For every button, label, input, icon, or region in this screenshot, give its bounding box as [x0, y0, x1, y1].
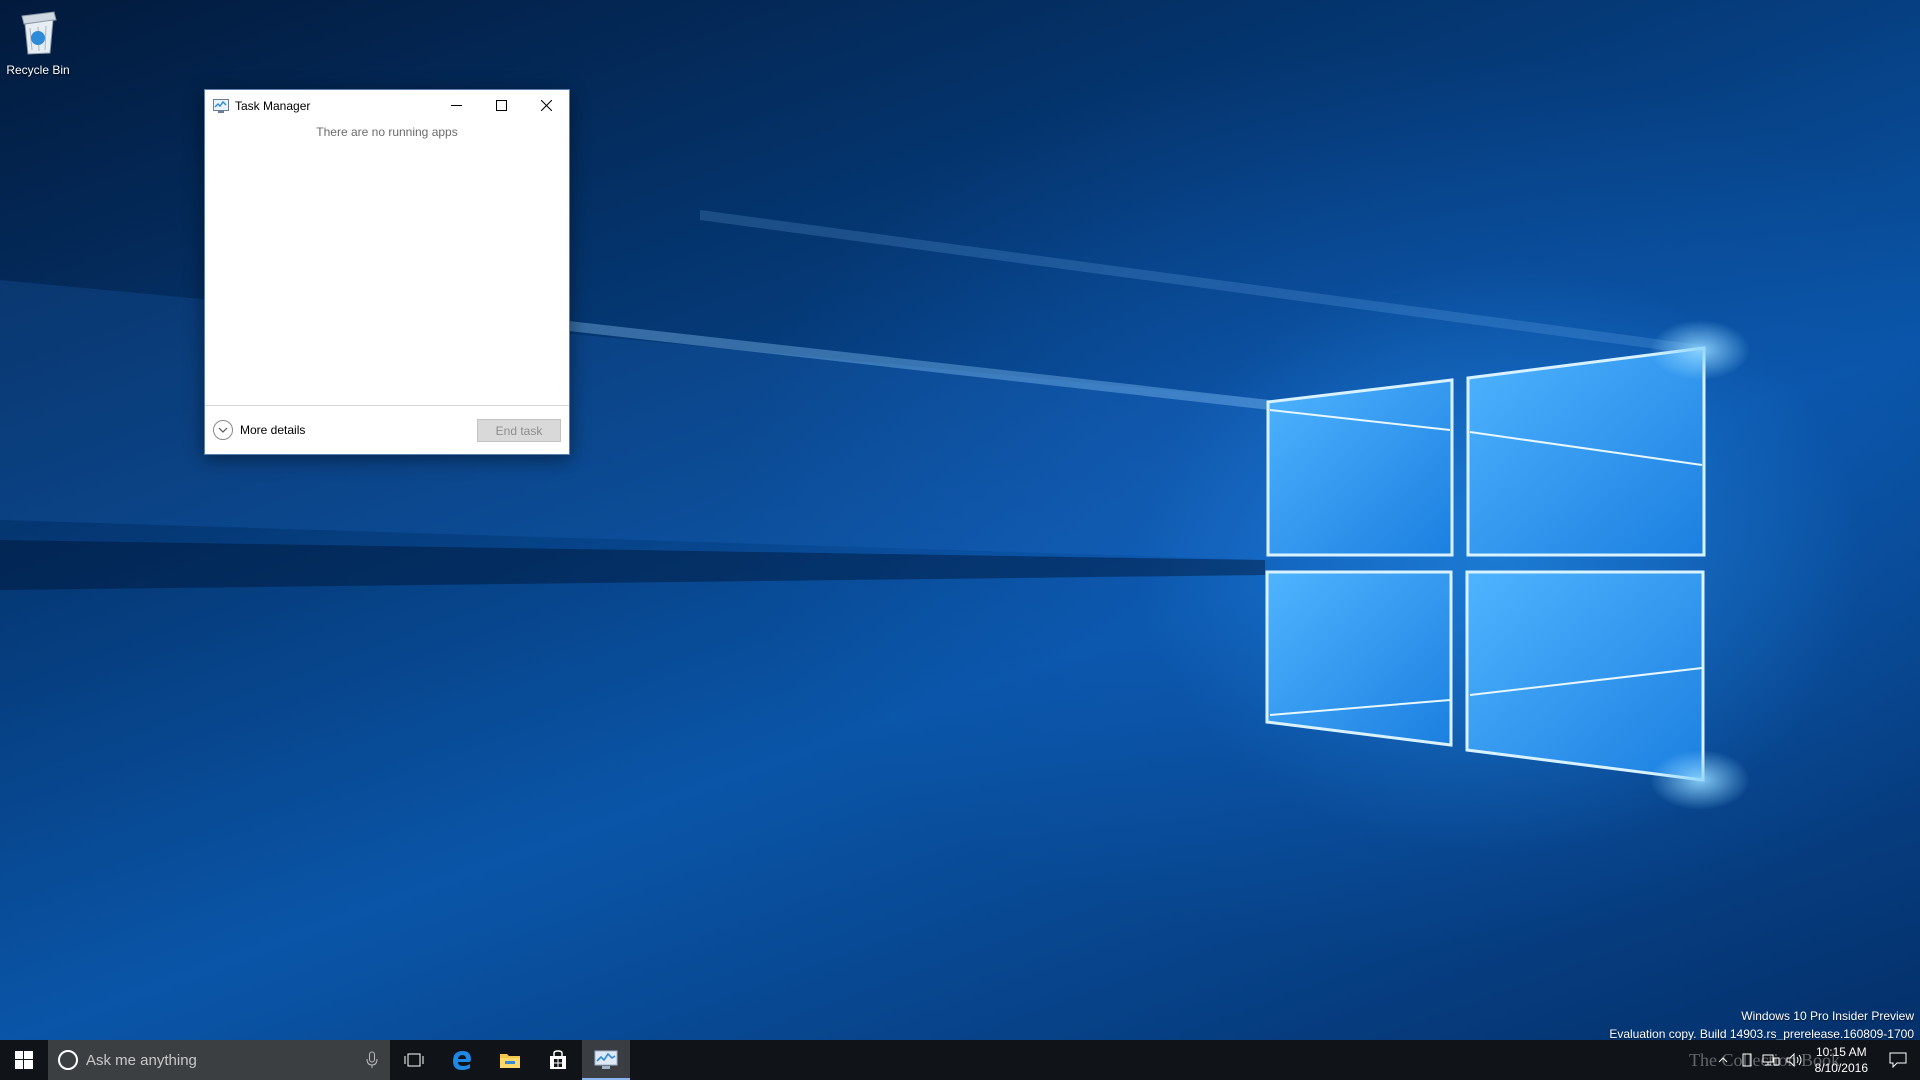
empty-state-message: There are no running apps [316, 125, 458, 139]
desktop-icon-label: Recycle Bin [6, 63, 70, 77]
minimize-icon [451, 104, 462, 106]
more-details-label: More details [240, 423, 306, 437]
cortana-search-box[interactable]: Ask me anything [48, 1040, 390, 1080]
task-view-icon [404, 1053, 424, 1067]
start-button[interactable] [0, 1040, 48, 1080]
build-watermark: Windows 10 Pro Insider Preview Evaluatio… [1609, 1007, 1914, 1043]
close-button[interactable] [524, 90, 569, 120]
taskbar: Ask me anything 10:15 AM 8/10/2016 [0, 1040, 1920, 1080]
overlay-watermark-text: The Collection Book [1689, 1050, 1840, 1070]
store-icon [550, 1050, 566, 1069]
chevron-down-icon [213, 420, 233, 440]
notification-icon [1889, 1052, 1907, 1068]
taskbar-file-explorer-button[interactable] [486, 1040, 534, 1080]
minimize-button[interactable] [434, 90, 479, 120]
close-icon [541, 99, 552, 111]
maximize-button[interactable] [479, 90, 524, 120]
desktop-icon-recycle-bin[interactable]: Recycle Bin [4, 6, 72, 77]
window-title: Task Manager [235, 98, 311, 113]
edge-icon [453, 1051, 471, 1070]
cortana-icon [58, 1050, 78, 1070]
taskbar-edge-button[interactable] [438, 1040, 486, 1080]
search-placeholder: Ask me anything [86, 1051, 197, 1069]
watermark-edition: Windows 10 Pro Insider Preview [1741, 1009, 1914, 1023]
window-footer: More details End task [205, 405, 569, 454]
taskbar-task-manager-button[interactable] [582, 1040, 630, 1080]
maximize-icon [496, 99, 507, 111]
folder-icon [500, 1054, 520, 1068]
microphone-icon[interactable] [366, 1051, 378, 1069]
task-manager-icon [213, 98, 229, 113]
action-center-button[interactable] [1876, 1040, 1920, 1080]
more-details-toggle[interactable]: More details [213, 420, 305, 440]
task-view-button[interactable] [390, 1040, 438, 1080]
task-manager-window: Task Manager There are no running apps M… [204, 89, 570, 455]
title-bar[interactable]: Task Manager [205, 90, 569, 121]
windows-start-icon [15, 1051, 33, 1069]
end-task-button[interactable]: End task [477, 419, 561, 442]
taskbar-store-button[interactable] [534, 1040, 582, 1080]
recycle-bin-icon [21, 11, 57, 55]
task-manager-icon [594, 1050, 618, 1069]
